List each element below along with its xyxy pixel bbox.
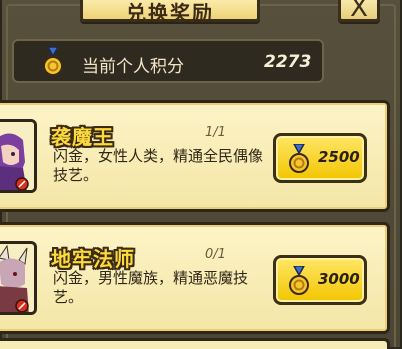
reward-description: 闪金，男性魔族，精通恶魔技艺。 <box>53 269 249 306</box>
close-icon: X <box>350 0 368 23</box>
reward-name: 袭魔王 <box>51 125 114 149</box>
demon-king-portrait <box>0 119 37 193</box>
reward-description: 闪金，女性人类，精通全民偶像技艺。 <box>53 147 264 184</box>
reward-card: 袭魔王 1/1 闪金，女性人类，精通全民偶像技艺。 2500 <box>0 100 390 212</box>
reward-count: 1/1 <box>205 125 226 140</box>
exchange-button[interactable]: 3000 <box>273 255 367 305</box>
medal-icon <box>289 266 309 295</box>
page-title: 兑换奖励 <box>126 1 214 25</box>
reward-cost: 3000 <box>318 270 360 288</box>
points-bar: 当前个人积分 2273 <box>12 39 324 83</box>
points-label: 当前个人积分 <box>82 57 184 77</box>
medal-icon <box>43 47 63 76</box>
character-portrait-icon <box>0 122 34 190</box>
close-button[interactable]: X <box>338 0 380 23</box>
dungeon-mage-portrait <box>0 241 37 315</box>
reward-cost: 2500 <box>318 148 360 166</box>
points-value: 2273 <box>264 52 312 72</box>
reward-count: 0/1 <box>205 247 226 262</box>
character-portrait-icon <box>0 244 34 312</box>
reward-card: 地牢法师 0/1 闪金，男性魔族，精通恶魔技艺。 3000 <box>0 222 390 334</box>
reward-name: 地牢法师 <box>51 247 135 271</box>
medal-icon <box>289 144 309 173</box>
title-plate: 兑换奖励 <box>80 0 260 25</box>
next-reward-card-edge <box>0 338 390 349</box>
exchange-button[interactable]: 2500 <box>273 133 367 183</box>
